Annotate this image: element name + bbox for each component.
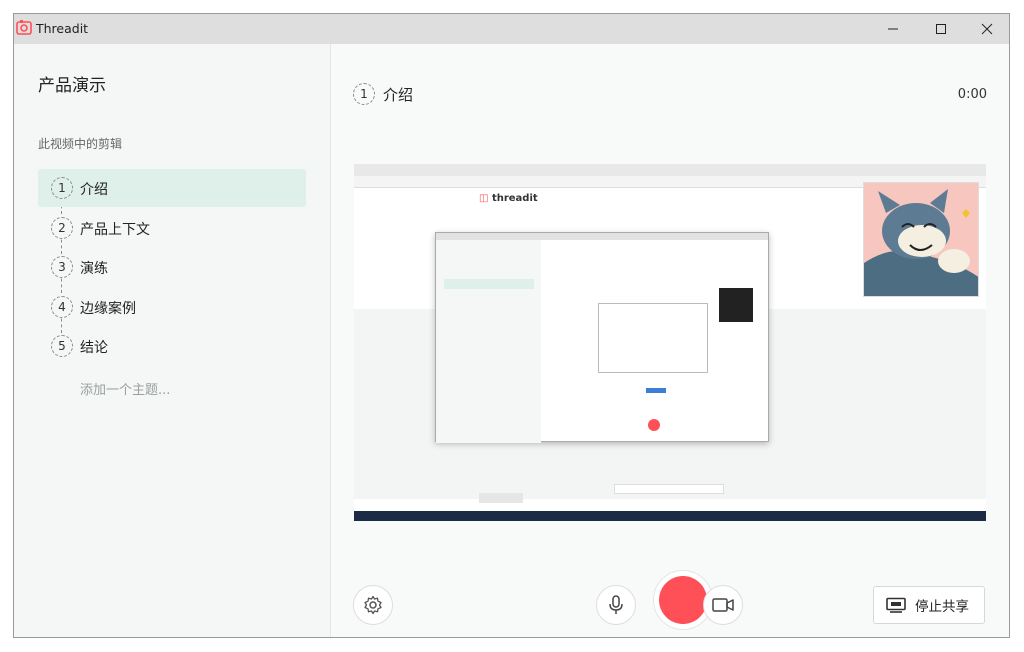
topic-number: 2 xyxy=(51,217,73,239)
preview-browser-tabs xyxy=(354,164,986,176)
current-topic-title: 介绍 xyxy=(383,86,414,104)
preview-nested-window xyxy=(435,232,769,443)
current-topic-number: 1 xyxy=(353,83,375,105)
record-button[interactable] xyxy=(659,576,707,624)
close-button[interactable] xyxy=(964,14,1009,44)
maximize-button[interactable] xyxy=(918,14,964,44)
screen-share-icon xyxy=(886,597,906,613)
project-title[interactable]: 产品演示 xyxy=(38,71,106,96)
topic-item-3[interactable]: 3 演练 xyxy=(38,248,306,286)
minimize-icon xyxy=(888,28,898,30)
main-panel: 1 介绍 0:00 ◫ threadit 停止共享 xyxy=(331,44,1009,637)
topic-item-2[interactable]: 2 产品上下文 xyxy=(38,209,306,247)
settings-button[interactable] xyxy=(353,585,393,625)
preview-logo-text: threadit xyxy=(491,193,538,204)
topic-number: 3 xyxy=(51,256,73,278)
topic-item-1[interactable]: 1 介绍 xyxy=(38,169,306,207)
camera-icon xyxy=(712,598,734,612)
topic-number: 4 xyxy=(51,296,73,318)
threadit-logo-icon xyxy=(15,19,33,37)
app-window: Threadit 产品演示 此视频中的剪辑 1 介绍 2 产品上下文 3 演练 xyxy=(13,13,1010,638)
topic-number: 1 xyxy=(51,177,73,199)
topic-label: 产品上下文 xyxy=(80,222,150,238)
sidebar: 产品演示 此视频中的剪辑 1 介绍 2 产品上下文 3 演练 4 边缘案例 5 … xyxy=(14,44,331,637)
stop-share-label: 停止共享 xyxy=(915,599,969,615)
webcam-preview xyxy=(863,182,979,297)
title-bar: Threadit xyxy=(14,14,1009,44)
cartoon-cat-image xyxy=(864,183,978,296)
microphone-icon xyxy=(609,595,623,614)
maximize-icon xyxy=(936,24,946,34)
topic-label: 结论 xyxy=(80,340,108,356)
preview-chip xyxy=(479,493,523,503)
topic-label: 边缘案例 xyxy=(80,301,136,317)
preview-threadit-logo: ◫ threadit xyxy=(479,193,538,204)
add-topic-button[interactable]: 添加一个主题... xyxy=(80,379,170,398)
topic-item-4[interactable]: 4 边缘案例 xyxy=(38,288,306,326)
topic-label: 演练 xyxy=(80,261,108,277)
camera-button[interactable] xyxy=(703,585,743,625)
clips-heading: 此视频中的剪辑 xyxy=(38,137,123,151)
recording-timer: 0:00 xyxy=(957,87,987,102)
stop-share-button[interactable]: 停止共享 xyxy=(873,586,985,624)
minimize-button[interactable] xyxy=(870,14,916,44)
microphone-button[interactable] xyxy=(596,585,636,625)
gear-icon xyxy=(364,595,382,615)
window-title: Threadit xyxy=(36,21,89,36)
topic-number: 5 xyxy=(51,335,73,357)
topic-item-5[interactable]: 5 结论 xyxy=(38,327,306,365)
preview-taskbar xyxy=(354,511,986,521)
close-icon xyxy=(981,23,993,35)
topic-label: 介绍 xyxy=(80,182,108,198)
preview-toast xyxy=(614,484,724,494)
